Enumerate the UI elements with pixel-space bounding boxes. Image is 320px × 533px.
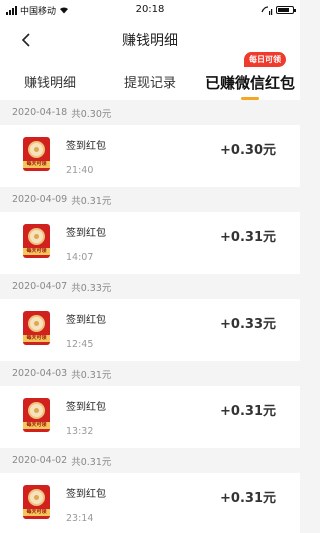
date-label: 2020-04-18: [12, 107, 68, 118]
record-time: 12:45: [66, 339, 94, 350]
list-item[interactable]: 每天可领 签到红包 12:45 +0.33元: [0, 299, 300, 361]
tab-withdrawal-records[interactable]: 提现记录: [100, 60, 200, 100]
record-amount: +0.31元: [220, 491, 276, 506]
date-total: 共0.30元: [71, 108, 112, 120]
date-header: 2020-04-07 共0.33元: [0, 274, 300, 299]
red-packet-label: 每天可领: [23, 161, 50, 168]
record-title: 签到红包: [66, 402, 106, 413]
red-packet-label: 每天可领: [23, 335, 50, 342]
tab-wechat-red-packets[interactable]: 已赚微信红包 每日可领: [200, 52, 300, 100]
date-label: 2020-04-09: [12, 194, 68, 205]
date-label: 2020-04-07: [12, 281, 68, 292]
record-amount: +0.33元: [220, 317, 276, 332]
red-packet-icon: 每天可领: [23, 137, 50, 171]
date-total: 共0.31元: [71, 195, 112, 207]
red-packet-icon: 每天可领: [23, 311, 50, 345]
tab-label: 已赚微信红包: [204, 74, 295, 92]
list-item[interactable]: 每天可领 签到红包 23:14 +0.31元: [0, 473, 300, 533]
tab-earnings-detail[interactable]: 赚钱明细: [0, 60, 100, 100]
record-amount: +0.30元: [220, 143, 276, 158]
red-packet-icon: 每天可领: [23, 398, 50, 432]
status-time: 20:18: [135, 4, 165, 15]
record-amount: +0.31元: [220, 230, 276, 245]
date-label: 2020-04-02: [12, 455, 68, 466]
daily-badge: 每日可领: [244, 52, 286, 67]
tab-label: 提现记录: [123, 76, 176, 91]
red-packet-label: 每天可领: [23, 248, 50, 255]
red-packet-label: 每天可领: [23, 509, 50, 516]
record-title: 签到红包: [66, 228, 106, 239]
back-button[interactable]: [14, 28, 38, 52]
tab-bar: 赚钱明细 提现记录 已赚微信红包 每日可领: [0, 52, 300, 100]
record-title: 签到红包: [66, 489, 106, 500]
battery-icon: [276, 6, 296, 14]
list-item[interactable]: 每天可领 签到红包 21:40 +0.30元: [0, 125, 300, 187]
record-time: 23:14: [66, 513, 94, 524]
date-header: 2020-04-18 共0.30元: [0, 100, 300, 125]
record-title: 签到红包: [66, 315, 106, 326]
tab-label: 赚钱明细: [23, 76, 76, 91]
date-label: 2020-04-03: [12, 368, 68, 379]
date-header: 2020-04-03 共0.31元: [0, 361, 300, 386]
chevron-left-icon: [21, 33, 30, 47]
date-header: 2020-04-09 共0.31元: [0, 187, 300, 212]
record-time: 13:32: [66, 426, 94, 437]
date-total: 共0.31元: [71, 369, 112, 381]
record-list: 2020-04-18 共0.30元 每天可领 签到红包 21:40 +0.30元…: [0, 100, 300, 533]
red-packet-icon: 每天可领: [23, 224, 50, 258]
red-packet-label: 每天可领: [23, 422, 50, 429]
page-title: 赚钱明细: [122, 33, 178, 49]
status-bar: 中国移动 20:18: [0, 0, 300, 20]
record-amount: +0.31元: [220, 404, 276, 419]
record-title: 签到红包: [66, 141, 106, 152]
date-total: 共0.31元: [71, 456, 112, 468]
red-packet-icon: 每天可领: [23, 485, 50, 519]
date-total: 共0.33元: [71, 282, 112, 294]
date-header: 2020-04-02 共0.31元: [0, 448, 300, 473]
list-item[interactable]: 每天可领 签到红包 14:07 +0.31元: [0, 212, 300, 274]
record-time: 21:40: [66, 165, 94, 176]
list-item[interactable]: 每天可领 签到红包 13:32 +0.31元: [0, 386, 300, 448]
record-time: 14:07: [66, 252, 94, 263]
